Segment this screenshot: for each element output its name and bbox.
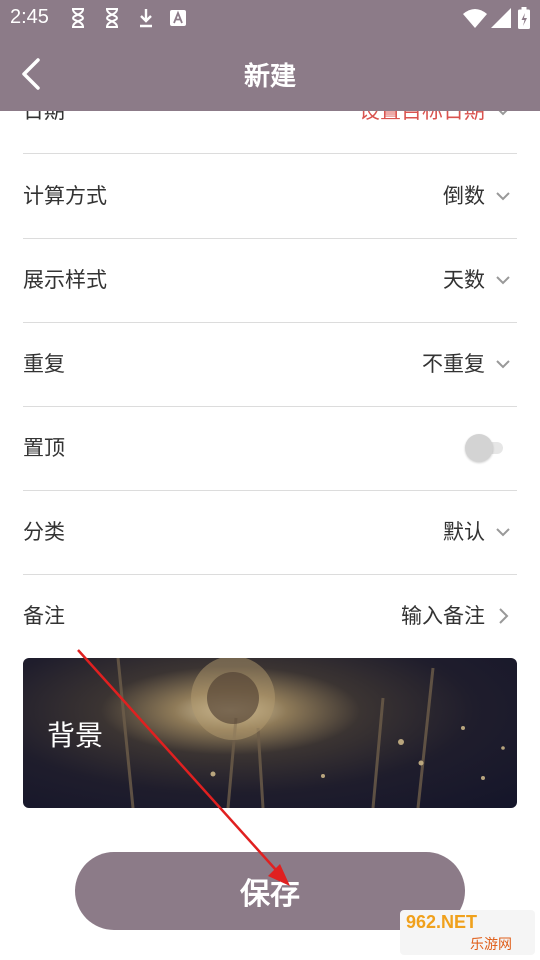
repeat-row[interactable]: 重复 不重复 <box>23 322 517 407</box>
note-value: 输入备注 <box>401 604 485 628</box>
repeat-value: 不重复 <box>422 352 485 376</box>
note-label: 备注 <box>23 604 65 628</box>
date-value: 设置目标日期 <box>359 111 485 123</box>
wifi-icon <box>462 6 488 30</box>
form-list: 日期 设置目标日期 计算方式 倒数 展示样式 天数 重复 不重复 置顶 分类 默… <box>0 111 540 656</box>
toggle-thumb <box>465 434 493 462</box>
status-bar: 2:45 <box>0 0 540 36</box>
chevron-down-icon <box>496 528 510 537</box>
display-style-row[interactable]: 展示样式 天数 <box>23 238 517 323</box>
chevron-down-icon <box>498 111 508 116</box>
watermark-logo: 962.NET 乐游网 <box>400 910 535 955</box>
date-label: 日期 <box>23 111 65 123</box>
display-style-value: 天数 <box>443 268 485 292</box>
page-title: 新建 <box>243 62 296 92</box>
chevron-right-icon <box>499 608 509 624</box>
chevron-down-icon <box>496 192 510 201</box>
watermark-line1: 962.NET <box>406 912 478 932</box>
chevron-down-icon <box>496 276 510 285</box>
watermark-line2: 乐游网 <box>470 937 512 953</box>
calc-method-label: 计算方式 <box>23 184 107 208</box>
calc-method-row[interactable]: 计算方式 倒数 <box>23 154 517 239</box>
calc-method-value: 倒数 <box>443 184 485 208</box>
category-value: 默认 <box>443 520 485 544</box>
display-style-label: 展示样式 <box>23 268 107 292</box>
background-label: 背景 <box>47 719 104 752</box>
date-row[interactable]: 日期 设置目标日期 <box>23 111 517 154</box>
hourglass-icon <box>68 6 88 30</box>
note-row[interactable]: 备注 输入备注 <box>23 574 517 656</box>
app-bar: 新建 <box>0 36 540 111</box>
repeat-label: 重复 <box>23 352 65 376</box>
chevron-down-icon <box>496 360 510 369</box>
download-icon <box>136 6 156 30</box>
pin-top-row: 置顶 <box>23 406 517 491</box>
text-a-icon <box>168 6 188 30</box>
category-label: 分类 <box>23 520 65 544</box>
category-row[interactable]: 分类 默认 <box>23 490 517 575</box>
signal-icon <box>490 6 512 30</box>
status-time: 2:45 <box>10 6 49 28</box>
background-card[interactable]: 背景 <box>23 658 517 808</box>
battery-icon <box>516 6 532 30</box>
pin-top-label: 置顶 <box>23 436 65 460</box>
hourglass-icon <box>102 6 122 30</box>
pin-top-toggle[interactable] <box>465 434 503 462</box>
